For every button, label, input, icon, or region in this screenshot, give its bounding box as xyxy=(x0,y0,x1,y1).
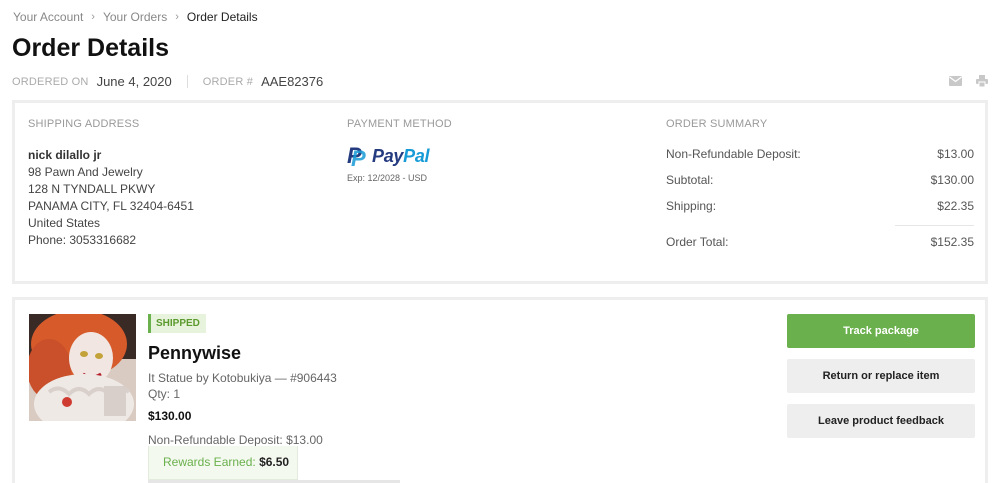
breadcrumb-your-orders[interactable]: Your Orders xyxy=(103,10,167,24)
paypal-logo: P P PayPal xyxy=(347,143,647,171)
shipping-address-section: SHIPPING ADDRESS nick dilallo jr 98 Pawn… xyxy=(28,118,328,249)
return-replace-button[interactable]: Return or replace item xyxy=(787,359,975,393)
product-description: It Statue by Kotobukiya — #906443 xyxy=(148,371,337,385)
order-info-panel: SHIPPING ADDRESS nick dilallo jr 98 Pawn… xyxy=(12,100,988,284)
payment-expiry: Exp: 12/2028 - USD xyxy=(347,173,428,183)
summary-row-label: Subtotal: xyxy=(666,173,714,187)
ordered-on-value: June 4, 2020 xyxy=(96,74,172,89)
summary-row-value: $130.00 xyxy=(930,173,974,187)
order-number-label: ORDER # xyxy=(202,75,254,88)
envelope-icon[interactable] xyxy=(949,76,962,86)
product-deposit: Non-Refundable Deposit: $13.00 xyxy=(148,433,323,447)
shipping-phone: Phone: 3053316682 xyxy=(28,233,137,247)
page-title: Order Details xyxy=(12,34,170,62)
rewards-amount: $6.50 xyxy=(259,455,290,469)
summary-row: Non-Refundable Deposit: $13.00 xyxy=(666,147,974,173)
order-item-card: SHIPPED Pennywise It Statue by Kotobukiy… xyxy=(12,297,988,483)
shipping-name: nick dilallo jr xyxy=(28,148,102,162)
shipping-address-label: SHIPPING ADDRESS xyxy=(28,118,140,130)
breadcrumb-current: Order Details xyxy=(186,10,258,24)
shipping-address-line: PANAMA CITY, FL 32404-6451 xyxy=(28,199,194,213)
order-actions-toolbar xyxy=(949,75,988,87)
product-image[interactable] xyxy=(29,314,136,421)
leave-feedback-button[interactable]: Leave product feedback xyxy=(787,404,975,438)
breadcrumb: Your Account › Your Orders › Order Detai… xyxy=(13,10,258,24)
order-meta: ORDERED ON June 4, 2020 ORDER # AAE82376 xyxy=(12,74,323,89)
order-summary-section: ORDER SUMMARY Non-Refundable Deposit: $1… xyxy=(666,118,974,251)
paypal-wordmark-pay: Pay xyxy=(372,145,404,166)
order-summary-label: ORDER SUMMARY xyxy=(666,118,768,130)
payment-method-section: PAYMENT METHOD P P PayPal Exp: 12/2028 -… xyxy=(347,118,647,183)
summary-row-label: Non-Refundable Deposit: xyxy=(666,147,801,161)
rewards-earned: Rewards Earned: $6.50 xyxy=(148,446,298,480)
breadcrumb-separator: › xyxy=(175,11,179,23)
payment-method-label: PAYMENT METHOD xyxy=(347,118,452,130)
summary-row: Shipping: $22.35 xyxy=(666,199,974,225)
status-badge: SHIPPED xyxy=(148,314,206,333)
print-icon[interactable] xyxy=(976,75,988,87)
paypal-icon: P P xyxy=(347,143,366,171)
breadcrumb-your-account[interactable]: Your Account xyxy=(13,10,83,24)
order-number-value: AAE82376 xyxy=(261,74,324,89)
shipping-address-line: United States xyxy=(28,216,101,230)
product-quantity: Qty: 1 xyxy=(148,387,181,401)
order-total-row: Order Total: $152.35 xyxy=(666,225,974,251)
ordered-on-label: ORDERED ON xyxy=(12,75,89,88)
order-total-value: $152.35 xyxy=(930,235,974,249)
summary-row-label: Shipping: xyxy=(666,199,717,213)
order-total-label: Order Total: xyxy=(666,235,729,249)
paypal-wordmark-pal: Pal xyxy=(403,145,430,166)
product-price: $130.00 xyxy=(148,409,192,423)
track-package-button[interactable]: Track package xyxy=(787,314,975,348)
rewards-label: Rewards Earned: xyxy=(163,455,256,469)
shipping-address-line: 98 Pawn And Jewelry xyxy=(28,165,143,179)
shipping-address-line: 128 N TYNDALL PKWY xyxy=(28,182,156,196)
summary-row-value: $13.00 xyxy=(937,147,974,161)
meta-divider xyxy=(186,75,188,88)
summary-row-value: $22.35 xyxy=(937,199,974,213)
product-name[interactable]: Pennywise xyxy=(148,343,241,364)
summary-row: Subtotal: $130.00 xyxy=(666,173,974,199)
breadcrumb-separator: › xyxy=(91,11,95,23)
